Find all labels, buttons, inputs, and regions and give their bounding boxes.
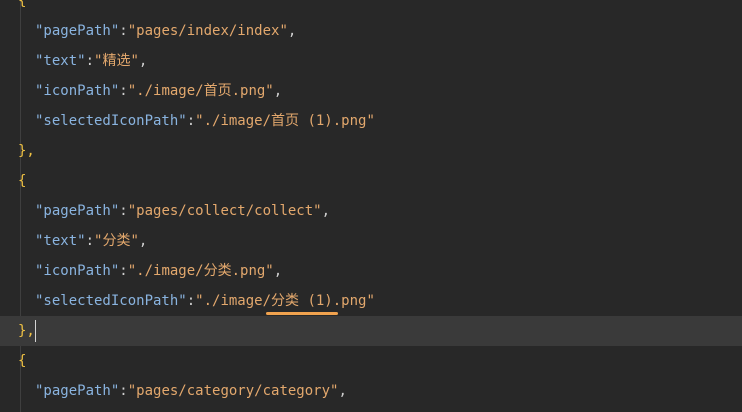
comma-token: , <box>338 383 347 399</box>
colon-token: : <box>119 23 128 39</box>
colon-token: : <box>119 83 128 99</box>
comma-token: , <box>138 53 148 69</box>
json-key: "pagePath" <box>35 23 120 39</box>
code-text: "pagePath":"pages/category/category", <box>35 376 347 406</box>
json-string-value: "./image/分类.png" <box>127 263 274 279</box>
text-cursor <box>35 320 36 342</box>
json-key: "selectedIconPath" <box>35 113 187 129</box>
code-line-current[interactable]: }, <box>0 316 742 346</box>
code-editor[interactable]: {"pagePath":"pages/index/index", "text":"… <box>0 0 742 412</box>
colon-token: : <box>119 383 128 399</box>
json-string-value: "pages/index/index" <box>127 23 288 39</box>
json-key: "text" <box>35 53 86 69</box>
colon-token: : <box>119 203 128 219</box>
json-string-value: "pages/collect/collect" <box>127 203 322 219</box>
code-line[interactable]: { <box>0 346 742 376</box>
colon-token: : <box>186 293 196 309</box>
brace-token: { <box>18 173 27 189</box>
code-line[interactable]: "pagePath":"pages/category/category", <box>0 376 742 406</box>
colon-token: : <box>85 53 95 69</box>
json-key: "iconPath" <box>35 263 120 279</box>
json-key: "text" <box>35 233 86 249</box>
warning-underline <box>266 312 338 315</box>
colon-token: : <box>85 233 95 249</box>
json-key: "pagePath" <box>35 383 120 399</box>
code-text: "iconPath":"./image/首页.png", <box>35 76 282 106</box>
code-text: { <box>18 346 26 376</box>
code-text: "pagePath":"pages/index/index", <box>35 16 296 46</box>
code-line[interactable]: "text":"精选", <box>0 46 742 76</box>
code-text: "pagePath":"pages/collect/collect", <box>35 196 330 226</box>
code-line[interactable]: "iconPath":"./image/分类.png", <box>0 256 742 286</box>
json-key: "selectedIconPath" <box>35 293 187 309</box>
code-line[interactable]: "iconPath":"./image/首页.png", <box>0 76 742 106</box>
json-string-value: "pages/category/category" <box>127 383 339 399</box>
comma-token: , <box>138 233 148 249</box>
code-line[interactable]: "text":"分类", <box>0 226 742 256</box>
colon-token: : <box>186 113 196 129</box>
comma-token: , <box>273 263 283 279</box>
json-string-value: "精选" <box>94 53 139 69</box>
comma-token: , <box>273 83 283 99</box>
code-text: "iconPath":"./image/分类.png", <box>35 256 282 286</box>
json-key: "pagePath" <box>35 203 120 219</box>
code-line[interactable]: { <box>0 166 742 196</box>
code-text: }, <box>18 316 35 346</box>
code-line[interactable]: "selectedIconPath":"./image/首页 (1).png" <box>0 106 742 136</box>
json-string-value: "./image/首页 (1).png" <box>195 113 375 129</box>
code-text: "selectedIconPath":"./image/首页 (1).png" <box>35 106 375 136</box>
code-text: { <box>18 0 26 16</box>
json-string-value: "./image/首页.png" <box>127 83 274 99</box>
code-text: "text":"分类", <box>35 226 147 256</box>
json-string-value: "分类" <box>94 233 139 249</box>
code-line[interactable]: { <box>0 0 742 16</box>
brace-token: { <box>18 0 27 9</box>
code-text: }, <box>18 136 35 166</box>
code-text: "text":"精选", <box>35 46 147 76</box>
brace-token: }, <box>18 323 35 339</box>
code-line[interactable]: "pagePath":"pages/collect/collect", <box>0 196 742 226</box>
json-string-value: "./image/分类 (1).png" <box>195 293 375 309</box>
code-line[interactable]: "pagePath":"pages/index/index", <box>0 16 742 46</box>
code-text: { <box>18 166 26 196</box>
code-line[interactable]: }, <box>0 136 742 166</box>
code-line[interactable]: "selectedIconPath":"./image/分类 (1).png" <box>0 286 742 316</box>
comma-token: , <box>287 23 297 39</box>
json-key: "iconPath" <box>35 83 120 99</box>
brace-token: }, <box>18 143 35 159</box>
brace-token: { <box>18 353 27 369</box>
comma-token: , <box>321 203 331 219</box>
colon-token: : <box>119 263 128 279</box>
